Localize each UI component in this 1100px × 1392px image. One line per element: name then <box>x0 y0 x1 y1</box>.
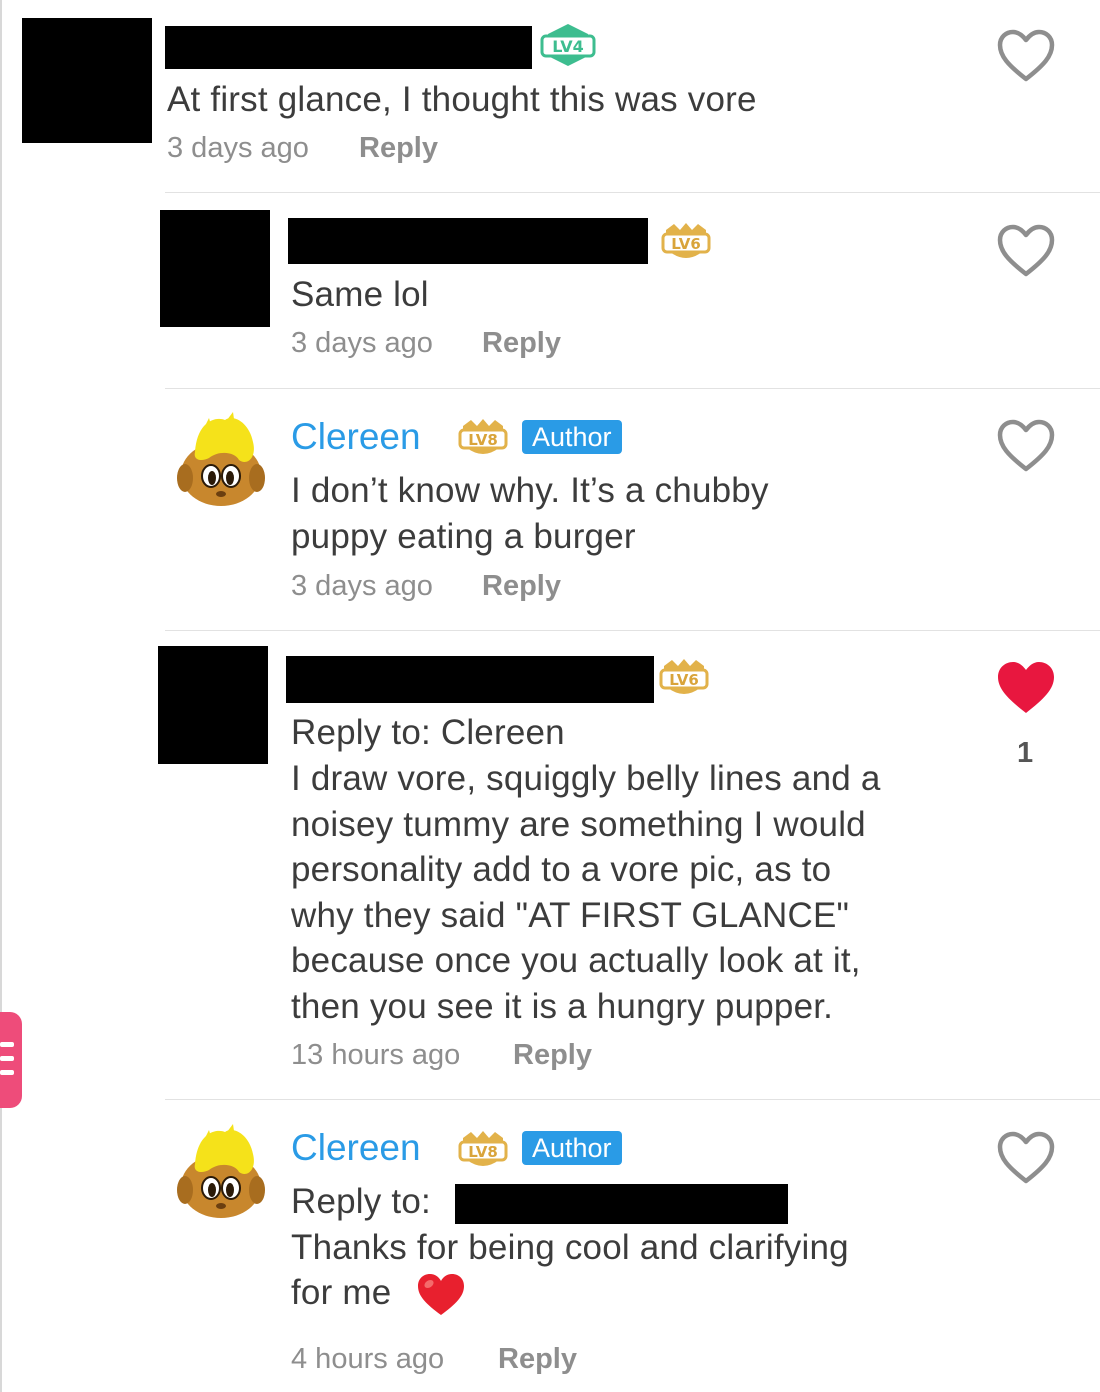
red-heart-emoji-icon <box>418 1274 464 1315</box>
like-heart-icon[interactable] <box>996 1130 1056 1186</box>
author-badge: Author <box>522 420 622 454</box>
reply-button[interactable]: Reply <box>498 1343 577 1376</box>
comment-text: At first glance, I thought this was vore <box>167 80 757 119</box>
comment-text-line: then you see it is a hungry pupper. <box>291 987 834 1026</box>
comment-timestamp: 3 days ago <box>291 327 433 359</box>
comment-text: Same lol <box>291 275 429 314</box>
reply-button[interactable]: Reply <box>513 1039 592 1072</box>
comment-text-line: personality add to a vore pic, as to <box>291 850 832 889</box>
divider <box>165 192 1100 193</box>
username-redacted[interactable] <box>165 26 532 69</box>
divider <box>165 1099 1100 1100</box>
liked-heart-icon[interactable] <box>996 660 1056 716</box>
reply-button[interactable]: Reply <box>482 327 561 360</box>
level-badge-lv6-icon: LV6 <box>659 659 709 694</box>
avatar-puppy-icon[interactable] <box>175 412 267 512</box>
comment-timestamp: 13 hours ago <box>291 1039 461 1071</box>
reply-to-username-redacted[interactable] <box>455 1184 788 1224</box>
level-badge-lv6-icon: LV6 <box>661 223 711 258</box>
username-redacted[interactable] <box>288 218 648 264</box>
comment-text-line: for me <box>291 1273 392 1312</box>
comment-text-line: because once you actually look at it, <box>291 941 861 980</box>
username-redacted[interactable] <box>286 656 654 703</box>
reply-to-label: Reply to: <box>291 1182 431 1221</box>
reply-button[interactable]: Reply <box>359 132 438 165</box>
like-count: 1 <box>1017 737 1034 769</box>
side-menu-tab[interactable] <box>0 1012 22 1108</box>
comment-text-line: I don’t know why. It’s a chubby <box>291 471 769 510</box>
username[interactable]: Clereen <box>291 1127 421 1169</box>
reply-button[interactable]: Reply <box>482 570 561 603</box>
comment-text-line: why they said "AT FIRST GLANCE" <box>291 896 850 935</box>
comment-text-line: I draw vore, squiggly belly lines and a <box>291 759 881 798</box>
author-badge: Author <box>522 1131 622 1165</box>
svg-text:LV4: LV4 <box>552 37 584 56</box>
comment-timestamp: 3 days ago <box>291 570 433 602</box>
like-heart-icon[interactable] <box>996 28 1056 84</box>
level-badge-lv8-icon: LV8 <box>458 419 508 454</box>
svg-text:LV6: LV6 <box>671 235 701 253</box>
comment-text-line: noisey tummy are something I would <box>291 805 866 844</box>
divider <box>165 630 1100 631</box>
like-heart-icon[interactable] <box>996 418 1056 474</box>
left-border <box>0 0 2 1392</box>
comment-text-line: Thanks for being cool and clarifying <box>291 1228 849 1267</box>
comment-text-line: puppy eating a burger <box>291 517 636 556</box>
avatar-redacted[interactable] <box>158 646 268 764</box>
like-heart-icon[interactable] <box>996 223 1056 279</box>
divider <box>165 388 1100 389</box>
comment-timestamp: 4 hours ago <box>291 1343 445 1375</box>
svg-text:LV8: LV8 <box>468 1143 498 1161</box>
avatar-puppy-icon[interactable] <box>175 1124 267 1224</box>
level-badge-lv8-icon: LV8 <box>458 1131 508 1166</box>
avatar-redacted[interactable] <box>22 18 152 143</box>
level-badge-lv4-icon: LV4 <box>540 24 596 66</box>
svg-text:LV6: LV6 <box>669 671 699 689</box>
svg-text:LV8: LV8 <box>468 431 498 449</box>
reply-to-label: Reply to: Clereen <box>291 713 565 752</box>
comment-timestamp: 3 days ago <box>167 132 309 164</box>
username[interactable]: Clereen <box>291 416 421 458</box>
avatar-redacted[interactable] <box>160 210 270 327</box>
